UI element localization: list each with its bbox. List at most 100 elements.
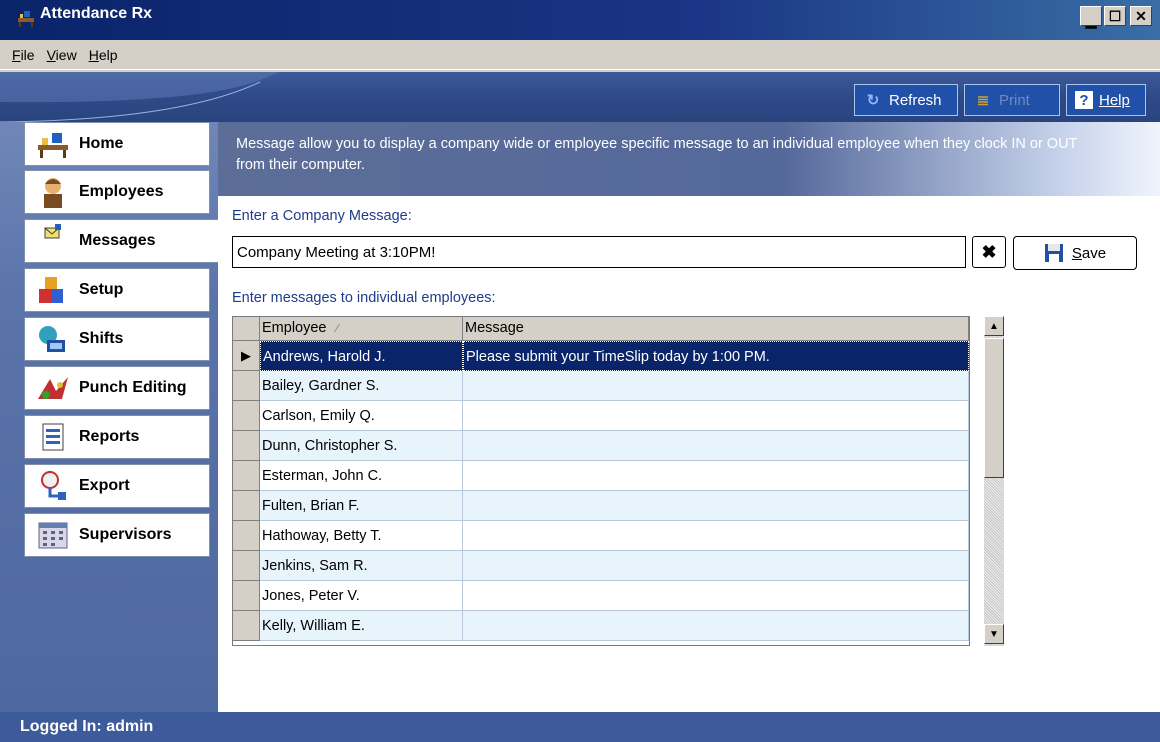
employee-person-icon <box>35 175 71 209</box>
company-message-input[interactable] <box>232 236 966 268</box>
sidebar-item-shifts[interactable]: Shifts <box>24 317 210 361</box>
row-selector[interactable] <box>233 581 260 611</box>
row-selector[interactable] <box>233 431 260 461</box>
sidebar-item-label: Punch Editing <box>79 379 187 396</box>
message-cell[interactable] <box>463 461 969 491</box>
sidebar-item-label: Reports <box>79 428 140 445</box>
row-selector[interactable] <box>233 611 260 641</box>
messages-icon <box>35 224 71 258</box>
message-cell[interactable] <box>463 371 969 401</box>
employee-cell[interactable]: Kelly, William E. <box>260 611 463 641</box>
employee-cell[interactable]: Dunn, Christopher S. <box>260 431 463 461</box>
print-button[interactable]: ≣ Print <box>964 84 1060 116</box>
sidebar-item-label: Employees <box>79 183 164 200</box>
table-row[interactable]: Jenkins, Sam R. <box>233 551 969 581</box>
app-desk-icon <box>18 11 34 27</box>
employee-cell[interactable]: Fulten, Brian F. <box>260 491 463 521</box>
menu-help[interactable]: Help <box>83 47 124 63</box>
menu-file[interactable]: File <box>6 47 41 63</box>
save-button[interactable]: Save <box>1013 236 1137 270</box>
table-row[interactable]: Carlson, Emily Q. <box>233 401 969 431</box>
sidebar-item-label: Supervisors <box>79 526 172 543</box>
sidebar-item-messages[interactable]: Messages <box>24 219 218 263</box>
employee-cell[interactable]: Esterman, John C. <box>260 461 463 491</box>
scroll-thumb[interactable] <box>984 338 1004 478</box>
table-row[interactable]: Bailey, Gardner S. <box>233 371 969 401</box>
employee-cell[interactable]: Andrews, Harold J. <box>260 341 463 371</box>
column-header-message[interactable]: Message <box>463 317 969 340</box>
sidebar-item-export[interactable]: Export <box>24 464 210 508</box>
employee-cell[interactable]: Jones, Peter V. <box>260 581 463 611</box>
table-row[interactable]: Fulten, Brian F. <box>233 491 969 521</box>
individual-messages-label: Enter messages to individual employees: <box>232 290 496 306</box>
sidebar-item-label: Export <box>79 477 130 494</box>
refresh-icon: ↻ <box>866 92 880 109</box>
menu-view[interactable]: View <box>41 47 83 63</box>
scroll-down-arrow-icon: ▼ <box>989 628 999 640</box>
employee-cell[interactable]: Hathoway, Betty T. <box>260 521 463 551</box>
help-label: Help <box>1099 91 1130 109</box>
table-row[interactable]: Kelly, William E. <box>233 611 969 641</box>
row-selector[interactable] <box>233 521 260 551</box>
table-row[interactable]: Jones, Peter V. <box>233 581 969 611</box>
table-row[interactable]: Esterman, John C. <box>233 461 969 491</box>
close-icon: ✕ <box>1135 8 1147 24</box>
punch-editing-icon <box>35 371 71 405</box>
current-row-indicator-icon: ▶ <box>241 347 251 363</box>
message-cell[interactable] <box>463 551 969 581</box>
message-cell[interactable] <box>463 611 969 641</box>
save-label: Save <box>1071 244 1107 262</box>
message-cell[interactable]: Please submit your TimeSlip today by 1:0… <box>463 341 969 371</box>
refresh-button[interactable]: ↻ Refresh <box>854 84 958 116</box>
sidebar-item-label: Shifts <box>79 330 124 347</box>
refresh-label: Refresh <box>889 91 942 109</box>
close-window-button[interactable]: ✕ <box>1130 6 1152 26</box>
employee-cell[interactable]: Carlson, Emily Q. <box>260 401 463 431</box>
sidebar-item-home[interactable]: Home <box>24 122 210 166</box>
sidebar-item-label: Home <box>79 135 124 152</box>
table-row[interactable]: Dunn, Christopher S. <box>233 431 969 461</box>
scroll-up-arrow-icon: ▲ <box>989 320 999 332</box>
table-row[interactable]: ▶ Andrews, Harold J. Please submit your Ti… <box>233 341 969 371</box>
row-selector[interactable] <box>233 401 260 431</box>
clear-message-button[interactable]: ✖ <box>972 236 1006 268</box>
maximize-button[interactable]: ☐ <box>1104 6 1126 26</box>
description-text: Message allow you to display a company w… <box>236 136 1078 173</box>
scroll-up-button[interactable]: ▲ <box>984 316 1004 336</box>
message-cell[interactable] <box>463 401 969 431</box>
scroll-down-button[interactable]: ▼ <box>984 624 1004 644</box>
column-header-employee[interactable]: Employee ∕ <box>260 317 463 340</box>
sidebar-item-reports[interactable]: Reports <box>24 415 210 459</box>
shifts-icon <box>35 322 71 356</box>
message-cell[interactable] <box>463 581 969 611</box>
export-icon <box>35 469 71 503</box>
row-header-corner <box>233 317 260 340</box>
logged-in-status: Logged In: admin <box>20 718 154 735</box>
sidebar-item-punch-editing[interactable]: Punch Editing <box>24 366 210 410</box>
minimize-button[interactable]: ▁ <box>1080 6 1102 27</box>
row-selector[interactable] <box>233 371 260 401</box>
row-selector[interactable] <box>233 461 260 491</box>
print-icon: ≣ <box>976 92 990 109</box>
row-selector[interactable] <box>233 491 260 521</box>
menu-bar: File View Help <box>0 40 1160 70</box>
employee-cell[interactable]: Bailey, Gardner S. <box>260 371 463 401</box>
row-selector[interactable] <box>233 551 260 581</box>
message-cell[interactable] <box>463 431 969 461</box>
help-button[interactable]: ? Help <box>1066 84 1146 116</box>
employee-cell[interactable]: Jenkins, Sam R. <box>260 551 463 581</box>
clear-icon: ✖ <box>981 241 997 262</box>
grid-vertical-scrollbar[interactable]: ▲ ▼ <box>984 316 1004 646</box>
message-cell[interactable] <box>463 491 969 521</box>
sidebar-item-setup[interactable]: Setup <box>24 268 210 312</box>
maximize-icon: ☐ <box>1108 8 1122 24</box>
status-bar: Logged In: admin <box>0 712 1160 742</box>
sidebar-item-employees[interactable]: Employees <box>24 170 210 214</box>
employee-messages-grid: Employee ∕ Message ▶ Andrews, Harold J. Pl… <box>232 316 970 646</box>
message-cell[interactable] <box>463 521 969 551</box>
row-selector[interactable]: ▶ <box>233 341 260 371</box>
help-icon: ? <box>1075 91 1093 109</box>
title-bar: Attendance Rx ▁ ☐ ✕ <box>0 0 1160 40</box>
sidebar-item-supervisors[interactable]: Supervisors <box>24 513 210 557</box>
table-row[interactable]: Hathoway, Betty T. <box>233 521 969 551</box>
